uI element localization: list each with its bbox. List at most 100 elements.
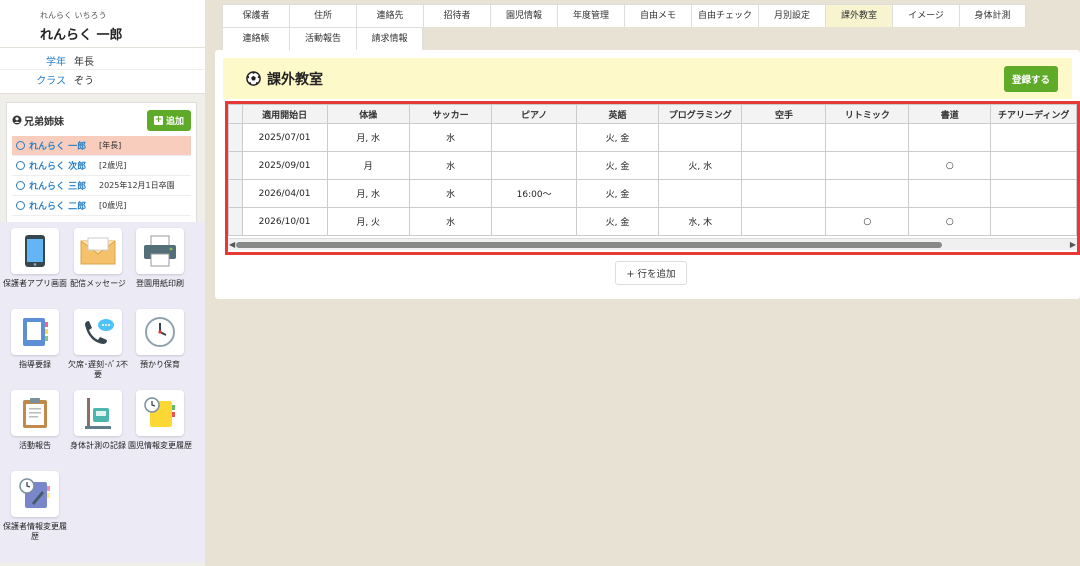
menu-label: 保護者情報変更履歴 [3, 522, 67, 541]
tab-billing-info[interactable]: 請求情報 [356, 27, 423, 50]
tab-child-info[interactable]: 園児情報 [490, 4, 557, 27]
table-cell[interactable] [990, 207, 1077, 236]
scroll-left-arrow-icon[interactable]: ◀ [229, 240, 235, 249]
sibling-name[interactable]: れんらく 三郎 [29, 179, 99, 192]
row-handle[interactable] [228, 179, 243, 208]
column-header[interactable]: リトミック [825, 104, 910, 124]
table-cell[interactable] [990, 123, 1077, 152]
column-header[interactable]: 書道 [908, 104, 992, 124]
table-cell[interactable]: 水 [408, 151, 493, 180]
soccer-ball-icon [246, 71, 261, 86]
sibling-name[interactable]: れんらく 次郎 [29, 159, 99, 172]
tab-image[interactable]: イメージ [892, 4, 959, 27]
table-cell[interactable]: 火, 金 [575, 151, 660, 180]
tab-contact-book[interactable]: 連絡帳 [222, 27, 289, 50]
register-button[interactable]: 登録する [1003, 65, 1058, 92]
table-cell[interactable]: 月, 水 [326, 123, 410, 152]
table-cell[interactable] [741, 207, 827, 236]
table-cell[interactable]: 水 [408, 207, 493, 236]
menu-child-info-history[interactable]: 園児情報変更履歴 [128, 390, 192, 451]
table-cell[interactable]: 火, 金 [575, 207, 660, 236]
row-handle[interactable] [228, 123, 243, 152]
table-cell[interactable] [908, 123, 992, 152]
table-cell[interactable]: ○ [825, 207, 910, 236]
menu-messages[interactable]: 配信メッセージ [66, 228, 130, 289]
menu-guardian-app[interactable]: 保護者アプリ画面 [3, 228, 67, 289]
table-cell[interactable]: ○ [908, 151, 992, 180]
tab-activity-report[interactable]: 活動報告 [289, 27, 356, 50]
history-notes-icon [136, 390, 184, 436]
table-cell[interactable]: 水 [408, 123, 493, 152]
table-cell[interactable] [491, 123, 577, 152]
table-cell[interactable]: 水 [408, 179, 493, 208]
tab-invitee[interactable]: 招待者 [423, 4, 490, 27]
sibling-item[interactable]: れんらく 次郎 [2歳児] [12, 156, 191, 176]
scrollbar-thumb[interactable] [236, 242, 942, 248]
table-cell[interactable] [908, 179, 992, 208]
table-cell[interactable] [491, 207, 577, 236]
table-row: 2025/07/01 月, 水 水 火, 金 [228, 123, 1077, 152]
tab-free-check[interactable]: 自由チェック [691, 4, 758, 27]
table-cell[interactable]: 火, 金 [575, 123, 660, 152]
add-row-button[interactable]: + 行を追加 [615, 261, 687, 285]
tab-monthly-settings[interactable]: 月別設定 [758, 4, 825, 27]
table-cell[interactable]: 月 [326, 151, 410, 180]
table-cell[interactable] [741, 123, 827, 152]
menu-absence[interactable]: 欠席･遅刻･ﾊﾞｽ不要 [66, 309, 130, 380]
table-cell[interactable]: 16:00～ [491, 179, 577, 208]
table-cell[interactable]: 火, 水 [658, 151, 743, 180]
table-cell[interactable]: 2026/04/01 [241, 179, 328, 208]
horizontal-scrollbar[interactable]: ◀ ▶ [228, 238, 1077, 250]
tab-year-management[interactable]: 年度管理 [557, 4, 624, 27]
table-cell[interactable]: ○ [908, 207, 992, 236]
table-cell[interactable]: 水, 木 [658, 207, 743, 236]
column-header[interactable]: ピアノ [491, 104, 577, 124]
tab-body-measurement[interactable]: 身体計測 [959, 4, 1026, 27]
sibling-item[interactable]: れんらく 一郎 [年長] [12, 136, 191, 156]
sibling-item[interactable]: れんらく 三郎 2025年12月1日卒園 [12, 176, 191, 196]
scroll-right-arrow-icon[interactable]: ▶ [1070, 240, 1076, 249]
table-cell[interactable] [491, 151, 577, 180]
tab-extracurricular[interactable]: 課外教室 [825, 4, 892, 27]
table-cell[interactable] [741, 151, 827, 180]
menu-activity-report[interactable]: 活動報告 [3, 390, 67, 451]
column-header[interactable]: プログラミング [658, 104, 743, 124]
menu-guardian-info-history[interactable]: 保護者情報変更履歴 [3, 471, 67, 542]
row-handle[interactable] [228, 151, 243, 180]
table-cell[interactable]: 月, 水 [326, 179, 410, 208]
column-header[interactable]: 英語 [575, 104, 660, 124]
column-header[interactable]: 適用開始日 [241, 104, 328, 124]
menu-body-measurement[interactable]: 身体計測の記録 [66, 390, 130, 451]
column-header[interactable]: 空手 [741, 104, 827, 124]
table-cell[interactable] [990, 151, 1077, 180]
column-header[interactable]: チアリーディング [990, 104, 1077, 124]
tab-guardian[interactable]: 保護者 [222, 4, 289, 27]
row-handle[interactable] [228, 207, 243, 236]
menu-guidance-record[interactable]: 指導要録 [3, 309, 67, 370]
table-cell[interactable]: 火, 金 [575, 179, 660, 208]
table-cell[interactable]: 2026/10/01 [241, 207, 328, 236]
table-cell[interactable] [825, 151, 910, 180]
add-sibling-button[interactable]: + 追加 [146, 109, 191, 131]
table-cell[interactable]: 月, 火 [326, 207, 410, 236]
table-cell[interactable] [825, 123, 910, 152]
tab-address[interactable]: 住所 [289, 4, 356, 27]
tab-free-memo[interactable]: 自由メモ [624, 4, 691, 27]
table-cell[interactable] [825, 179, 910, 208]
column-header[interactable]: サッカー [408, 104, 493, 124]
column-header[interactable]: 体操 [326, 104, 410, 124]
table-cell[interactable]: 2025/09/01 [241, 151, 328, 180]
sibling-item[interactable]: れんらく 二郎 [0歳児] [12, 196, 191, 216]
menu-print-forms[interactable]: 登園用紙印刷 [128, 228, 192, 289]
table-cell[interactable] [658, 123, 743, 152]
sibling-name[interactable]: れんらく 二郎 [29, 199, 99, 212]
table-cell[interactable] [990, 179, 1077, 208]
table-cell[interactable]: 2025/07/01 [241, 123, 328, 152]
tab-contact[interactable]: 連絡先 [356, 4, 423, 27]
user-circle-icon [12, 115, 22, 125]
menu-extended-care[interactable]: 預かり保育 [128, 309, 192, 370]
menu-label: 身体計測の記録 [70, 441, 126, 450]
table-cell[interactable] [658, 179, 743, 208]
table-cell[interactable] [741, 179, 827, 208]
sibling-name[interactable]: れんらく 一郎 [29, 139, 99, 152]
